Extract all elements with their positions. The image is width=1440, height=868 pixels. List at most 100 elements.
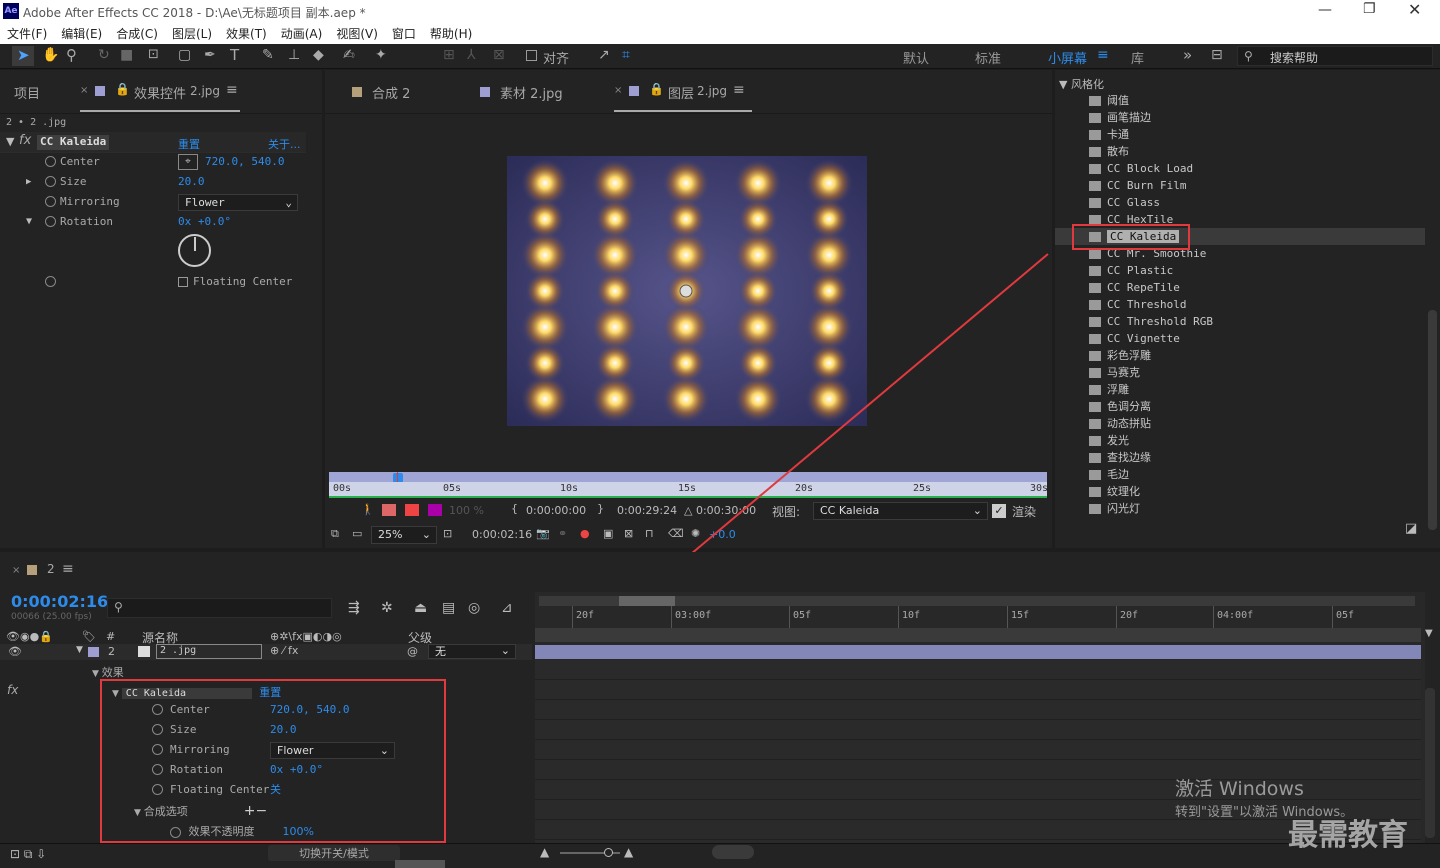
workspace-standard[interactable]: 标准 (975, 48, 1001, 67)
stopwatch-icon[interactable] (152, 744, 163, 755)
workspace-library[interactable]: 库 (1131, 48, 1144, 67)
panel-menu-icon[interactable]: ≡ (733, 82, 745, 98)
close-icon[interactable]: ✕ (1408, 0, 1421, 19)
in-point-icon[interactable] (382, 504, 396, 516)
workspace-menu-icon[interactable]: ≡ (1097, 47, 1109, 63)
effect-list-item[interactable]: CC Burn Film (1055, 177, 1425, 194)
draft-3d-icon[interactable]: ✲ (381, 600, 393, 616)
reset-link[interactable]: 重置 (259, 686, 281, 699)
zoom-slider[interactable] (560, 848, 620, 857)
tab-effect-layer-name[interactable]: 2.jpg (190, 84, 220, 98)
tab-effect-controls[interactable]: 效果控件 (134, 83, 186, 102)
stopwatch-icon[interactable] (152, 704, 163, 715)
world-axis-icon[interactable]: ⅄ (467, 47, 476, 63)
expand-arrow-icon[interactable]: ▼ (134, 808, 144, 818)
tab-footage[interactable]: 素材 2.jpg (500, 83, 563, 102)
exposure-value[interactable]: +0.0 (709, 528, 736, 541)
menu-item[interactable]: 编辑(E) (61, 27, 102, 41)
eraser-tool-icon[interactable]: ◆ (313, 47, 324, 63)
work-area-bar[interactable] (329, 472, 1047, 482)
effect-name[interactable]: CC Kaleida (121, 688, 252, 699)
effect-list-item[interactable]: 彩色浮雕 (1055, 347, 1425, 364)
search-help-field[interactable]: ⚲ 搜索帮助 (1237, 46, 1433, 66)
effect-list-item[interactable]: 闪光灯 (1055, 500, 1425, 517)
walk-icon[interactable]: 🚶 (361, 503, 375, 516)
close-tab-icon[interactable]: × (80, 85, 88, 96)
effect-list-item[interactable]: 浮雕 (1055, 381, 1425, 398)
sync-settings-icon[interactable]: ⊟ (1211, 47, 1223, 63)
zoom-out-icon[interactable]: ▲ (540, 845, 549, 859)
effect-list-item[interactable]: CC Glass (1055, 194, 1425, 211)
rectangle-tool-icon[interactable]: ▢ (178, 47, 191, 63)
layer-search-input[interactable]: ⚲ (107, 598, 332, 618)
view-dropdown[interactable]: CC Kaleida ⌄ (813, 502, 988, 520)
timeline-scrollbar[interactable] (1425, 688, 1435, 838)
menu-item[interactable]: 视图(V) (336, 27, 378, 41)
stopwatch-icon[interactable] (152, 724, 163, 735)
minimize-icon[interactable]: — (1318, 2, 1332, 18)
menu-item[interactable]: 文件(F) (7, 27, 47, 41)
timeline-tab[interactable]: 2 (47, 562, 55, 576)
roto-brush-tool-icon[interactable]: ✍ (343, 47, 355, 63)
composite-options-label[interactable]: 合成选项 (144, 805, 188, 818)
effect-list-item[interactable]: CC Threshold RGB (1055, 313, 1425, 330)
camera-tool-icon[interactable]: ■ (120, 47, 133, 63)
out-bracket-icon[interactable]: } (597, 502, 604, 515)
new-bin-icon[interactable]: ◪ (1405, 521, 1417, 536)
tab-layer[interactable]: 图层 (668, 83, 694, 102)
transparency-grid-icon[interactable]: ⊠ (624, 527, 633, 540)
effect-list-item[interactable]: 画笔描边 (1055, 109, 1425, 126)
more-workspaces-icon[interactable]: » (1183, 46, 1192, 64)
layer-row[interactable]: 👁 ▼ 2 2 .jpg ⊕ ⁄ fx @ 无 ⌄ (0, 644, 532, 660)
effect-list-item[interactable]: CC Plastic (1055, 262, 1425, 279)
clone-stamp-tool-icon[interactable]: ⊥ (288, 47, 300, 63)
tab-layer-name[interactable]: 2.jpg (697, 84, 727, 98)
region-icon[interactable]: ▣ (603, 527, 613, 540)
time-end[interactable]: 0:00:29:24 (617, 504, 677, 517)
workspace-default[interactable]: 默认 (903, 48, 929, 67)
effect-list-item[interactable]: 散布 (1055, 143, 1425, 160)
tab-project[interactable]: 项目 (14, 83, 40, 102)
in-bracket-icon[interactable]: { (511, 502, 518, 515)
footer-icons[interactable]: ⊡ ⧉ ⇩ (10, 847, 46, 862)
panel-menu-icon[interactable]: ≡ (226, 82, 238, 98)
expand-arrow-icon[interactable]: ▼ (6, 135, 14, 148)
render-checkbox[interactable]: ✓ (992, 504, 1006, 518)
zoom-slider-thumb[interactable] (604, 848, 613, 857)
reset-exposure-icon[interactable]: ⌫ (668, 527, 684, 540)
workspace-small-screen[interactable]: 小屏幕 (1048, 48, 1087, 67)
scroll-top-icon[interactable]: ▼ (1425, 628, 1435, 642)
toggle-switches-modes[interactable]: 切换开关/模式 (268, 845, 400, 861)
zoom-dropdown[interactable]: 25% ⌄ (371, 526, 437, 544)
menu-item[interactable]: 窗口 (392, 27, 416, 41)
graph-editor-icon[interactable]: ⊿ (501, 600, 513, 616)
menu-item[interactable]: 帮助(H) (430, 27, 472, 41)
expand-arrow-icon[interactable]: ▼ (92, 669, 102, 679)
out-point-icon[interactable] (405, 504, 419, 516)
guides-icon[interactable]: ⊓ (645, 527, 654, 540)
type-tool-icon[interactable]: T (230, 46, 239, 64)
exposure-icon[interactable]: ✺ (691, 527, 700, 540)
parent-pickwhip-icon[interactable]: @ (407, 645, 418, 658)
layer-duration-bar[interactable] (535, 645, 1421, 659)
expand-arrow-icon[interactable]: ▼ (112, 689, 122, 699)
pan-behind-tool-icon[interactable]: ⊡ (148, 47, 159, 62)
channel-icon[interactable]: ● (580, 527, 590, 540)
comp-flowchart-icon[interactable]: ⇶ (348, 600, 360, 616)
stopwatch-icon[interactable] (152, 784, 163, 795)
timeline-ruler[interactable]: 20f 03:00f 05f 10f 15f 20f 04:00f 05f (535, 606, 1425, 628)
effect-list-item[interactable]: 纹理化 (1055, 483, 1425, 500)
effect-list-item[interactable]: CC Vignette (1055, 330, 1425, 347)
hand-tool-icon[interactable]: ✋ (42, 47, 59, 63)
local-axis-icon[interactable]: ⊞ (443, 47, 455, 63)
expand-arrow-icon[interactable]: ▼ (1059, 78, 1071, 91)
snap-target-icon[interactable]: ⌗ (622, 47, 630, 63)
effect-list-item[interactable]: 阈值 (1055, 92, 1425, 109)
lock-icon[interactable]: 🔒 (649, 82, 664, 96)
center-anchor-point[interactable] (679, 284, 693, 298)
frame-blending-icon[interactable]: ▤ (442, 600, 455, 616)
effect-list-item[interactable]: 查找边缘 (1055, 449, 1425, 466)
menu-item[interactable]: 合成(C) (116, 27, 158, 41)
effect-list-item[interactable]: 卡通 (1055, 126, 1425, 143)
close-tab-icon[interactable]: × (12, 565, 20, 576)
